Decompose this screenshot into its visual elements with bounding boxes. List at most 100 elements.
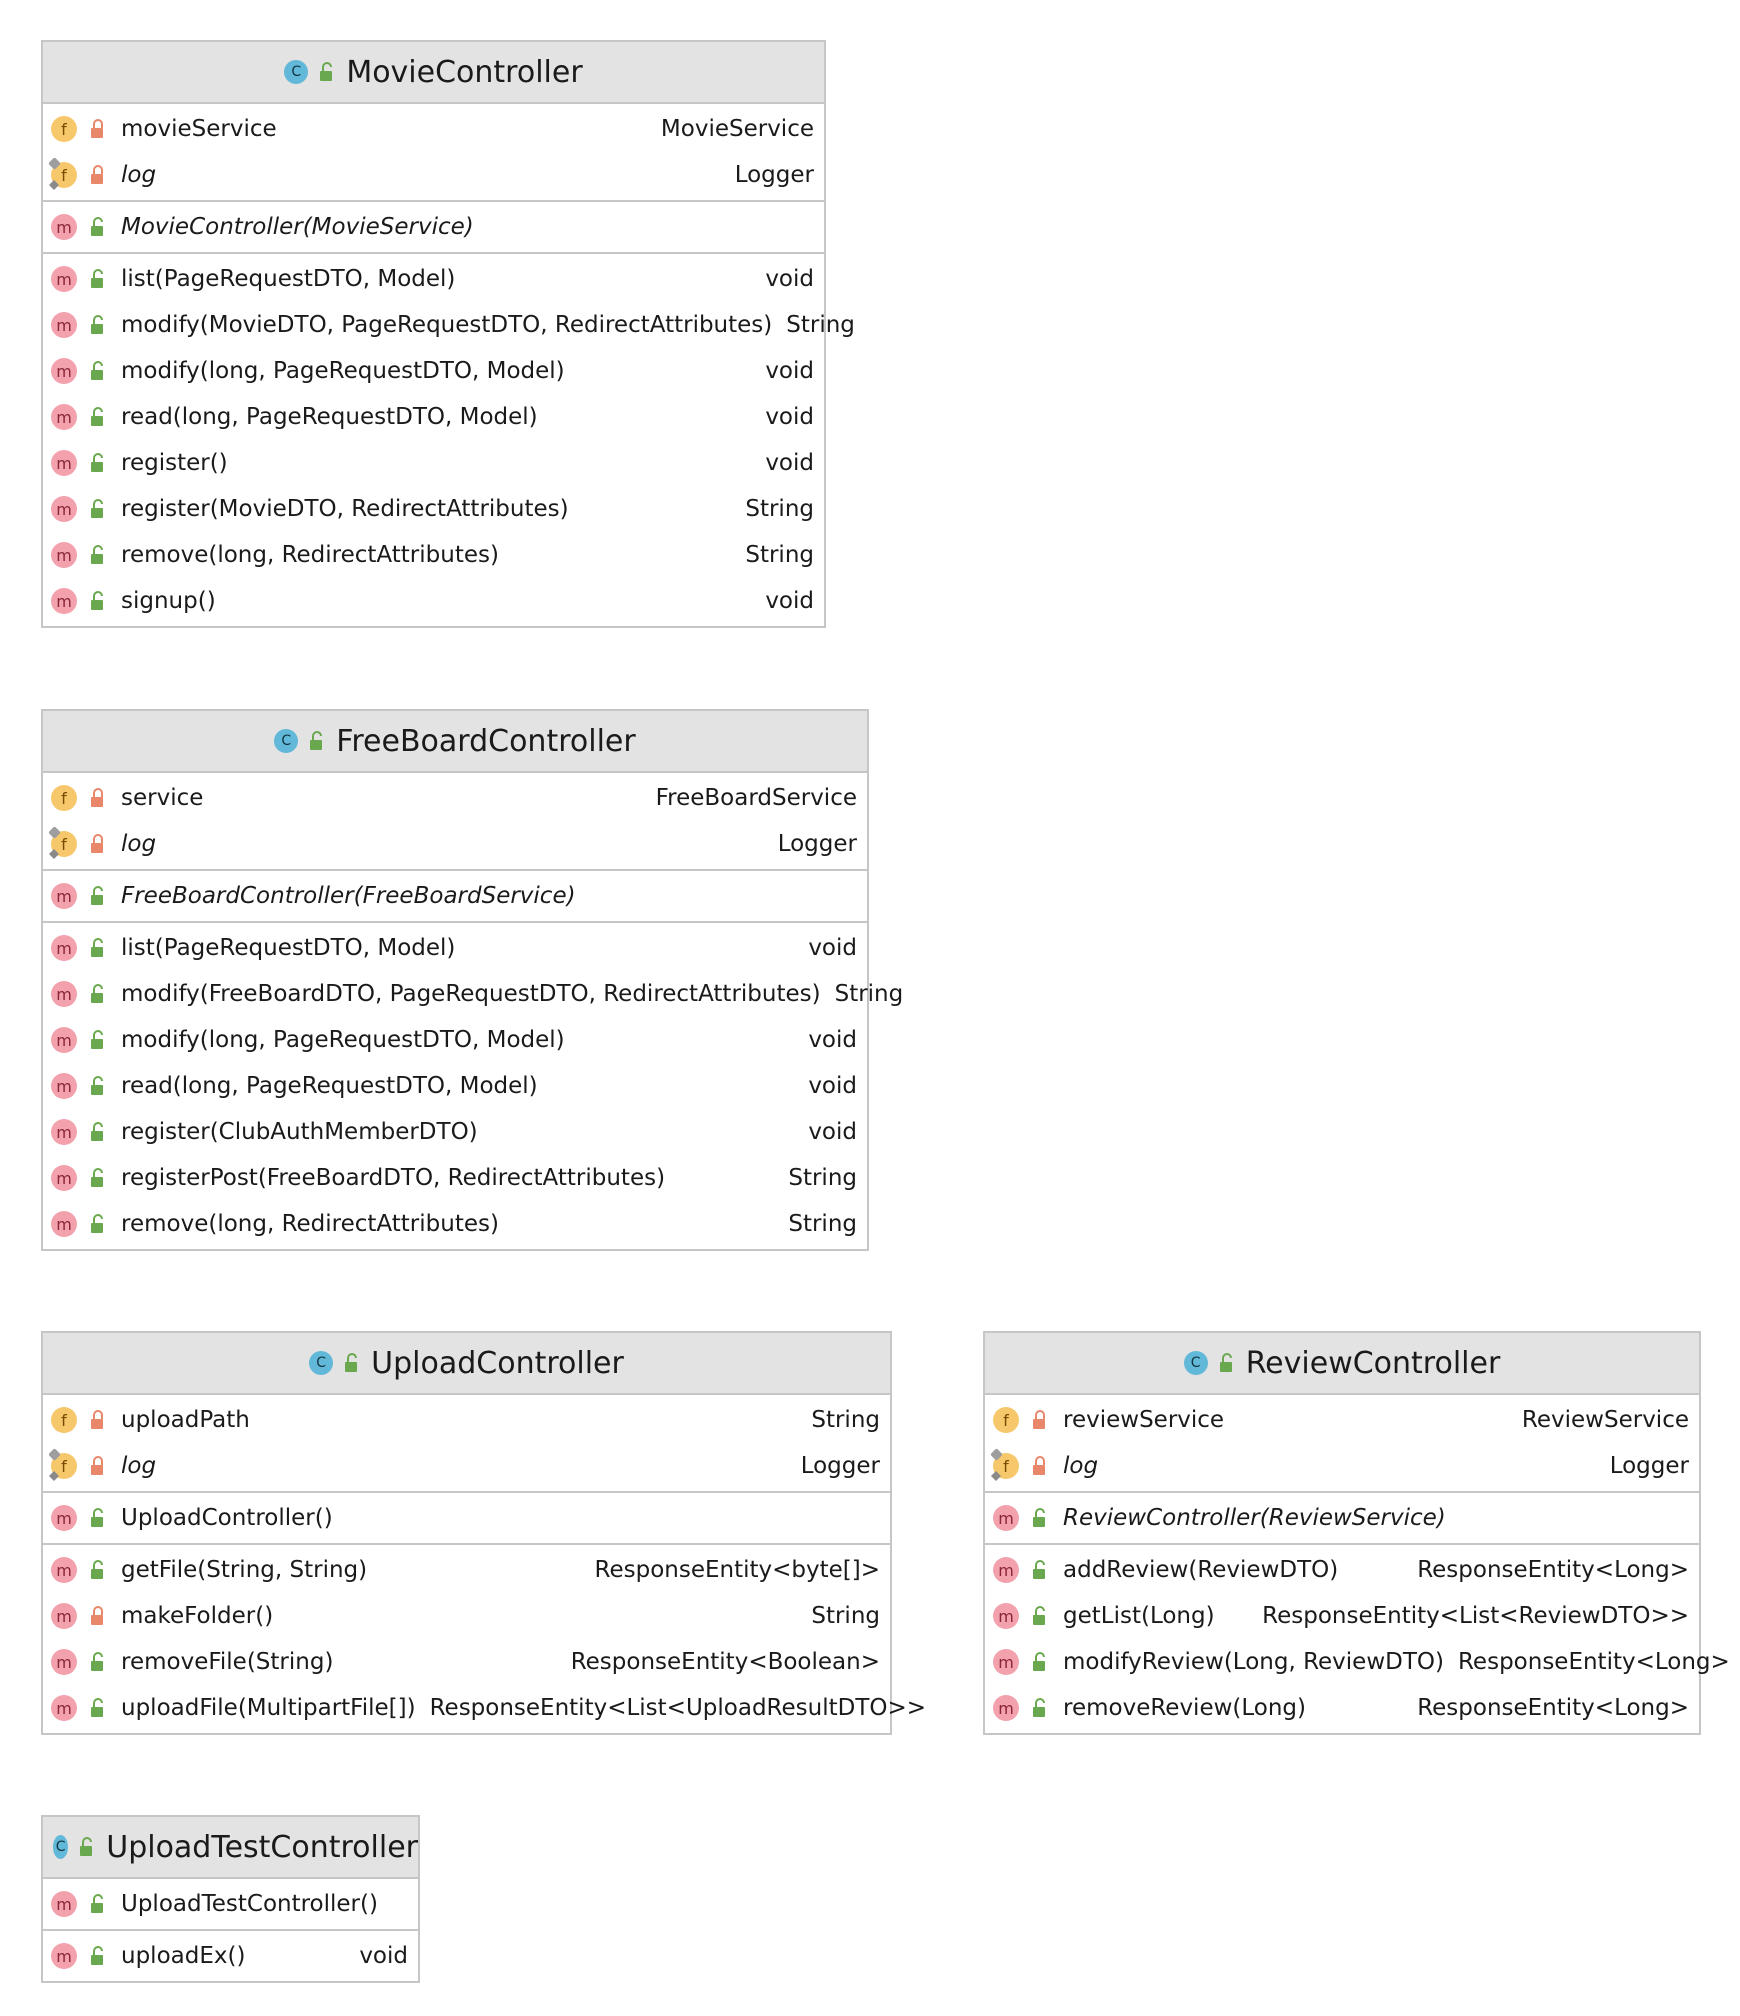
field-row[interactable]: f reviewService ReviewService — [985, 1397, 1699, 1443]
constructors-section: m FreeBoardController(FreeBoardService) — [43, 869, 867, 921]
member-name: read(long, PageRequestDTO, Model) — [121, 1073, 538, 1099]
member-type: ResponseEntity<Long> — [1457, 1649, 1730, 1675]
constructor-row[interactable]: m FreeBoardController(FreeBoardService) — [43, 873, 867, 919]
method-row[interactable]: m removeReview(Long) ResponseEntity<Long> — [985, 1685, 1699, 1731]
field-row[interactable]: f movieService MovieService — [43, 106, 824, 152]
member-name: uploadFile(MultipartFile[]) — [121, 1695, 416, 1721]
private-visibility-icon — [89, 1605, 107, 1627]
class-header: C ReviewController — [985, 1333, 1699, 1395]
class-name: FreeBoardController — [336, 723, 636, 759]
method-row[interactable]: m uploadFile(MultipartFile[]) ResponseEnti… — [43, 1685, 926, 1731]
field-row[interactable]: f log Logger — [43, 821, 867, 867]
member-name: log — [121, 831, 157, 857]
field-row[interactable]: f uploadPath String — [43, 1397, 890, 1443]
class-box-moviecontroller[interactable]: C MovieController f movieService MovieServic… — [41, 40, 855, 628]
method-row[interactable]: m register() void — [43, 440, 824, 486]
method-row[interactable]: m list(PageRequestDTO, Model) void — [43, 256, 824, 302]
constructors-section: m UploadController() — [43, 1491, 890, 1543]
member-name: list(PageRequestDTO, Model) — [121, 266, 456, 292]
method-row[interactable]: m remove(long, RedirectAttributes) String — [43, 532, 824, 578]
method-row[interactable]: m list(PageRequestDTO, Model) void — [43, 925, 867, 971]
method-row[interactable]: m modify(MovieDTO, PageRequestDTO, Redire… — [43, 302, 855, 348]
constructor-row[interactable]: m ReviewController(ReviewService) — [985, 1495, 1699, 1541]
method-row[interactable]: m modify(long, PageRequestDTO, Model) void — [43, 348, 824, 394]
field-row[interactable]: f log Logger — [43, 152, 824, 198]
method-row[interactable]: m getFile(String, String) ResponseEntity<b… — [43, 1547, 890, 1593]
method-row[interactable]: m makeFolder() String — [43, 1593, 890, 1639]
method-row[interactable]: m getList(Long) ResponseEntity<List<Review… — [985, 1593, 1699, 1639]
member-type: Logger — [1609, 1453, 1689, 1479]
method-row[interactable]: m signup() void — [43, 578, 824, 624]
method-row[interactable]: m remove(long, RedirectAttributes) String — [43, 1201, 867, 1247]
method-row[interactable]: m read(long, PageRequestDTO, Model) void — [43, 394, 824, 440]
class-box-uploadtestcontroller[interactable]: C UploadTestController m UploadTestControll… — [41, 1815, 420, 1983]
method-row[interactable]: m modify(long, PageRequestDTO, Model) void — [43, 1017, 867, 1063]
field-icon: f — [51, 116, 77, 142]
member-name: removeReview(Long) — [1063, 1695, 1307, 1721]
member-name: modify(FreeBoardDTO, PageRequestDTO, Red… — [121, 981, 821, 1007]
class-icon: C — [274, 729, 299, 753]
field-row[interactable]: f log Logger — [43, 1443, 890, 1489]
private-visibility-icon — [89, 833, 107, 855]
method-row[interactable]: m register(MovieDTO, RedirectAttributes) S… — [43, 486, 824, 532]
member-type: void — [808, 1073, 857, 1099]
member-name: service — [121, 785, 204, 811]
class-box-reviewcontroller[interactable]: C ReviewController f reviewService ReviewSer… — [983, 1331, 1730, 1735]
member-name: register(MovieDTO, RedirectAttributes) — [121, 496, 569, 522]
constructor-row[interactable]: m UploadTestController() — [43, 1881, 418, 1927]
method-icon: m — [51, 981, 77, 1007]
field-icon: f — [51, 1453, 77, 1479]
member-type: MovieService — [660, 116, 814, 142]
member-name: uploadPath — [121, 1407, 250, 1433]
method-row[interactable]: m uploadEx() void — [43, 1933, 418, 1979]
public-visibility-icon — [308, 730, 326, 752]
method-icon: m — [51, 1119, 77, 1145]
member-type: ResponseEntity<List<UploadResultDTO>> — [429, 1695, 927, 1721]
member-type: Logger — [734, 162, 814, 188]
public-visibility-icon — [89, 1697, 107, 1719]
constructor-row[interactable]: m MovieController(MovieService) — [43, 204, 824, 250]
public-visibility-icon — [89, 590, 107, 612]
public-visibility-icon — [89, 1213, 107, 1235]
public-visibility-icon — [89, 498, 107, 520]
public-visibility-icon — [1031, 1507, 1049, 1529]
public-visibility-icon — [343, 1352, 361, 1374]
public-visibility-icon — [318, 61, 336, 83]
method-row[interactable]: m addReview(ReviewDTO) ResponseEntity<Long… — [985, 1547, 1699, 1593]
method-row[interactable]: m modify(FreeBoardDTO, PageRequestDTO, Re… — [43, 971, 903, 1017]
field-row[interactable]: f log Logger — [985, 1443, 1699, 1489]
method-row[interactable]: m modifyReview(Long, ReviewDTO) ResponseEn… — [985, 1639, 1730, 1685]
member-name: modifyReview(Long, ReviewDTO) — [1063, 1649, 1444, 1675]
method-row[interactable]: m removeFile(String) ResponseEntity<Boolea… — [43, 1639, 890, 1685]
member-name: removeFile(String) — [121, 1649, 334, 1675]
public-visibility-icon — [89, 1121, 107, 1143]
field-icon: f — [993, 1407, 1019, 1433]
member-type: ResponseEntity<Long> — [1417, 1557, 1689, 1583]
member-type: ResponseEntity<byte[]> — [594, 1557, 880, 1583]
field-row[interactable]: f service FreeBoardService — [43, 775, 867, 821]
method-icon: m — [51, 1505, 77, 1531]
method-row[interactable]: m register(ClubAuthMemberDTO) void — [43, 1109, 867, 1155]
public-visibility-icon — [89, 1167, 107, 1189]
class-name: UploadController — [371, 1345, 624, 1381]
constructor-row[interactable]: m UploadController() — [43, 1495, 890, 1541]
method-row[interactable]: m registerPost(FreeBoardDTO, RedirectAttr… — [43, 1155, 867, 1201]
member-type: void — [765, 450, 814, 476]
class-box-freeboardcontroller[interactable]: C FreeBoardController f service FreeBoardSer… — [41, 709, 903, 1251]
class-icon: C — [284, 60, 309, 84]
public-visibility-icon — [89, 452, 107, 474]
method-icon: m — [51, 450, 77, 476]
fields-section: f uploadPath String f log Logger — [43, 1395, 890, 1491]
methods-section: m list(PageRequestDTO, Model) void m modify(… — [43, 252, 855, 626]
class-box-uploadcontroller[interactable]: C UploadController f uploadPath String f log Lo… — [41, 1331, 926, 1735]
method-row[interactable]: m read(long, PageRequestDTO, Model) void — [43, 1063, 867, 1109]
constructors-section: m UploadTestController() — [43, 1879, 418, 1929]
member-name: modify(long, PageRequestDTO, Model) — [121, 1027, 565, 1053]
member-name: read(long, PageRequestDTO, Model) — [121, 404, 538, 430]
member-type: void — [765, 588, 814, 614]
public-visibility-icon — [89, 983, 107, 1005]
methods-section: m list(PageRequestDTO, Model) void m modify(… — [43, 921, 903, 1249]
public-visibility-icon — [78, 1836, 96, 1858]
method-icon: m — [993, 1557, 1019, 1583]
method-icon: m — [51, 1891, 77, 1917]
